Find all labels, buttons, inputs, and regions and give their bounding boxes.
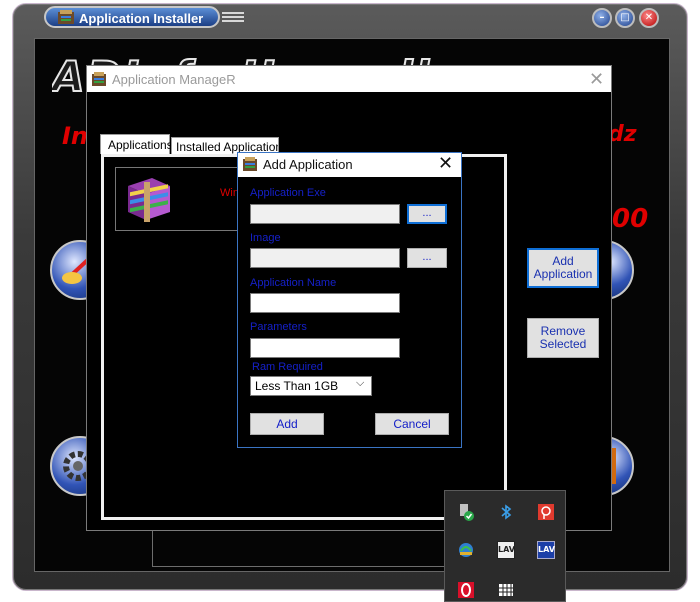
acrobat-icon[interactable] bbox=[537, 503, 555, 521]
red-heading-right: dz bbox=[608, 122, 637, 147]
ram-required-label: Ram Required bbox=[252, 361, 323, 373]
browse-exe-button[interactable]: ... bbox=[407, 204, 447, 224]
application-name-field[interactable] bbox=[250, 293, 400, 313]
lav-filters-blue-icon[interactable]: LAV bbox=[537, 541, 555, 559]
lav-filters-icon[interactable]: LAV bbox=[497, 541, 515, 559]
image-label: Image bbox=[250, 232, 281, 244]
tab-applications[interactable]: Applications bbox=[100, 134, 173, 154]
browse-image-button[interactable]: ... bbox=[407, 248, 447, 268]
manager-app-icon bbox=[92, 72, 106, 86]
opera-icon[interactable] bbox=[457, 581, 475, 599]
red-number: 00 bbox=[612, 204, 649, 234]
grid-app-icon[interactable] bbox=[497, 581, 515, 599]
maximize-button[interactable]: □ bbox=[615, 8, 635, 28]
tray-overflow-panel: LAV LAV bbox=[444, 490, 566, 602]
manager-title-bar[interactable]: Application ManageR ✕ bbox=[87, 66, 611, 92]
network-update-icon[interactable] bbox=[457, 541, 475, 559]
ram-required-select[interactable]: Less Than 1GB ⌵ bbox=[250, 376, 372, 396]
winrar-icon bbox=[128, 178, 170, 222]
add-application-dialog: Add Application ✕ Application Exe ... Im… bbox=[237, 152, 462, 448]
dialog-title: Add Application bbox=[263, 157, 353, 172]
add-button[interactable]: Add bbox=[250, 413, 324, 435]
add-application-button[interactable]: Add Application bbox=[527, 248, 599, 288]
ram-required-value: Less Than 1GB bbox=[255, 379, 339, 393]
image-path-field[interactable] bbox=[250, 248, 400, 268]
bottom-frame-line bbox=[152, 566, 452, 567]
manager-close-icon[interactable]: ✕ bbox=[589, 69, 604, 90]
exe-path-field[interactable] bbox=[250, 204, 400, 224]
minimize-button[interactable]: – bbox=[592, 8, 612, 28]
installer-title: Application Installer bbox=[79, 11, 204, 26]
exe-label: Application Exe bbox=[250, 187, 326, 199]
remove-selected-button[interactable]: Remove Selected bbox=[527, 318, 599, 358]
application-name-label: Application Name bbox=[250, 277, 337, 289]
hamburger-menu-icon[interactable] bbox=[222, 10, 244, 26]
manager-title: Application ManageR bbox=[112, 72, 236, 87]
dialog-close-icon[interactable]: ✕ bbox=[438, 153, 453, 174]
dialog-title-bar[interactable]: Add Application ✕ bbox=[238, 153, 461, 177]
usb-safely-remove-icon[interactable] bbox=[457, 503, 475, 521]
list-item[interactable] bbox=[115, 167, 245, 231]
bluetooth-icon[interactable] bbox=[497, 503, 515, 521]
dialog-app-icon bbox=[243, 157, 257, 171]
red-heading-left: In bbox=[62, 122, 89, 150]
close-button[interactable]: ✕ bbox=[639, 8, 659, 28]
cancel-button[interactable]: Cancel bbox=[375, 413, 449, 435]
chevron-down-icon: ⌵ bbox=[356, 377, 365, 389]
installer-app-icon bbox=[58, 10, 74, 24]
installer-title-pill[interactable]: Application Installer bbox=[44, 6, 220, 28]
parameters-label: Parameters bbox=[250, 321, 307, 333]
parameters-field[interactable] bbox=[250, 338, 400, 358]
